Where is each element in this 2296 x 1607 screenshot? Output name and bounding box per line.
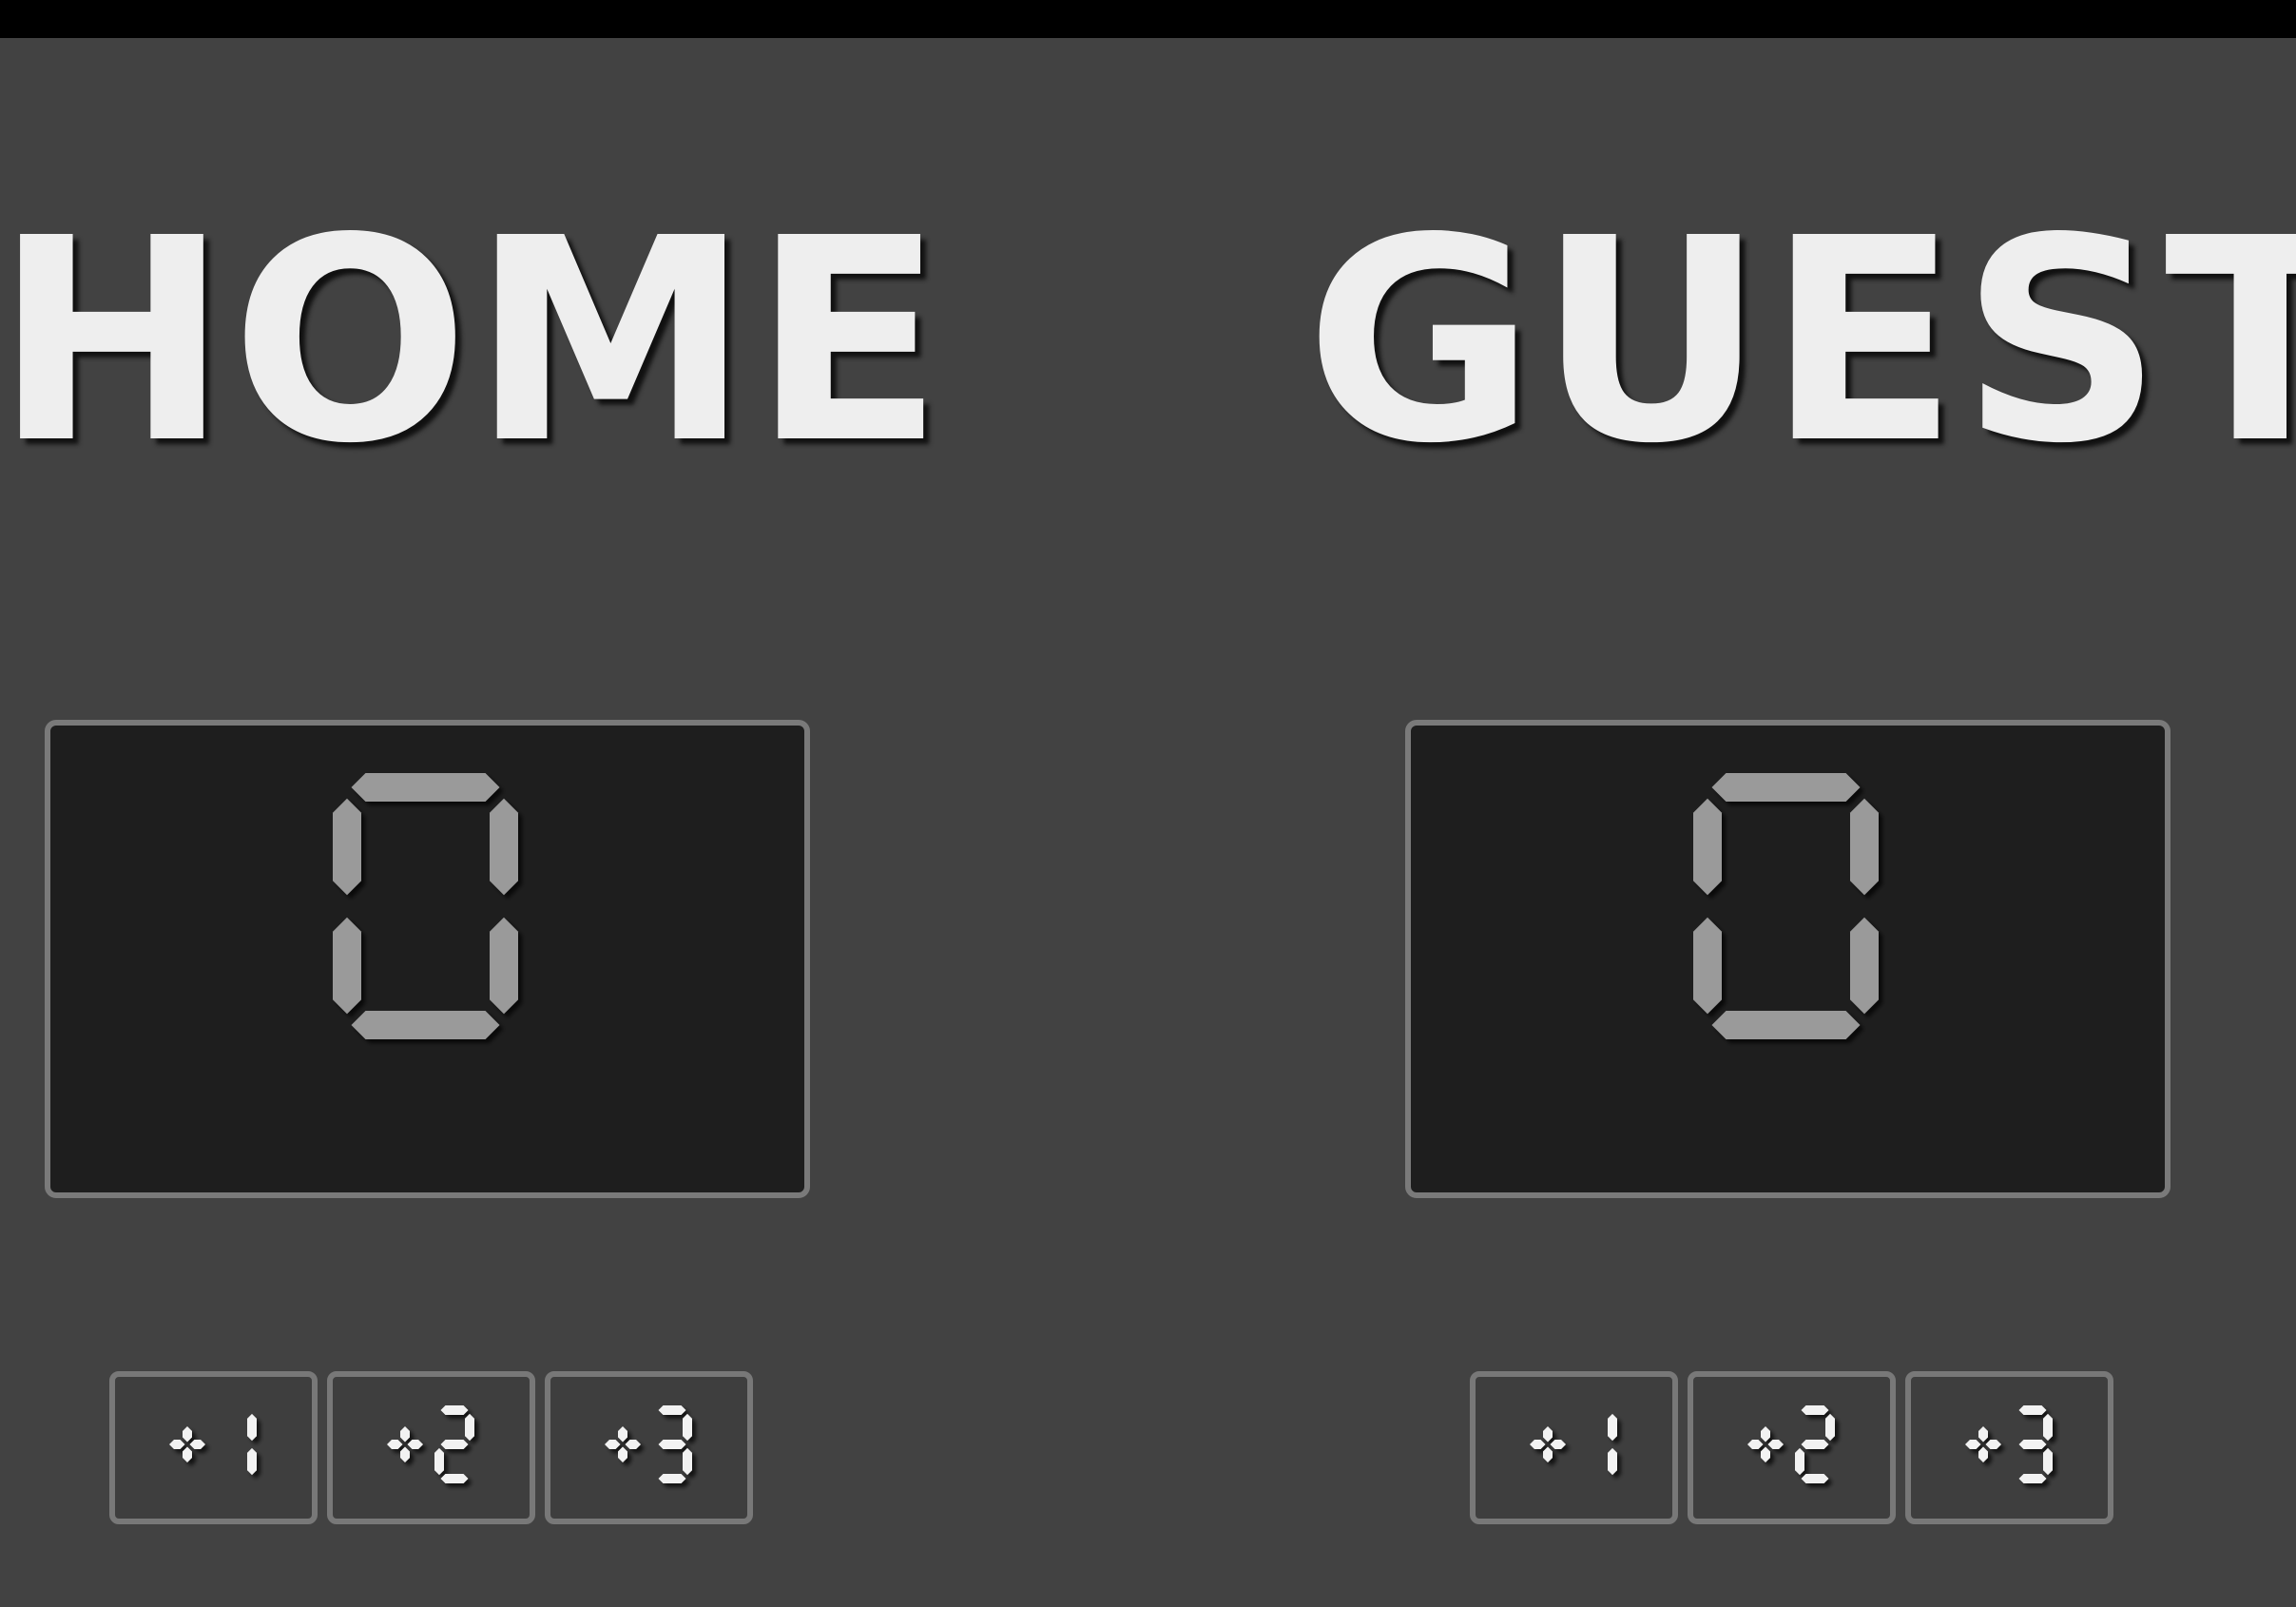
segment-e [434,1447,444,1475]
segment-c [490,917,518,1015]
segment-b [464,1413,474,1441]
segment-e [1794,1447,1804,1475]
segment-d [440,1473,468,1483]
segment-g [1801,1439,1828,1449]
seven-segment-digit [2018,1404,2053,1483]
segment-d [1711,1011,1861,1039]
home-score-display [45,720,810,1198]
home-title: HOME [0,178,946,505]
seven-segment-digit [333,773,518,1039]
segment-e [1693,917,1722,1015]
segment-b [2042,1413,2053,1441]
home-add-2-label [381,1402,482,1495]
segment-b [1824,1413,1835,1441]
guest-score-value [1411,769,2165,1051]
segment-b [682,1413,692,1441]
seven-segment-digit [1607,1413,1617,1475]
segment-c [2042,1447,2053,1475]
guest-score-display [1405,720,2171,1198]
segment-f [1693,798,1722,896]
plus-sign [168,1425,205,1462]
segment-c [1607,1447,1617,1475]
plus-sign [1746,1425,1784,1462]
segment-a [658,1404,685,1415]
home-score-value [50,769,804,1051]
segment-c [1850,917,1879,1015]
segment-c [682,1447,692,1475]
plus-sign [1529,1425,1566,1462]
segment-a [2018,1404,2046,1415]
segment-a [1801,1404,1828,1415]
seven-segment-digit [434,1404,474,1483]
segment-g [658,1439,685,1449]
guest-add-1-button[interactable]: +1 [1470,1371,1678,1524]
guest-add-1-label [1524,1402,1625,1495]
guest-add-2-button[interactable]: +2 [1688,1371,1896,1524]
segment-b [490,798,518,896]
segment-d [351,1011,500,1039]
segment-b [1607,1413,1617,1441]
segment-d [658,1473,685,1483]
guest-add-2-label [1742,1402,1843,1495]
seven-segment-digit [246,1413,257,1475]
home-add-3-label [599,1402,700,1495]
segment-a [351,773,500,802]
segment-d [2018,1473,2046,1483]
segment-a [1711,773,1861,802]
segment-g [440,1439,468,1449]
guest-add-3-button[interactable]: +3 [1905,1371,2113,1524]
plus-sign [1964,1425,2001,1462]
home-add-3-button[interactable]: +3 [545,1371,753,1524]
home-add-1-button[interactable]: +1 [109,1371,318,1524]
seven-segment-digit [658,1404,692,1483]
segment-b [1850,798,1879,896]
seven-segment-digit [1693,773,1879,1039]
segment-g [2018,1439,2046,1449]
guest-title: GUEST [1305,178,2296,505]
guest-add-3-label [1959,1402,2060,1495]
segment-c [246,1447,257,1475]
top-bar [0,0,2296,38]
plus-sign [386,1425,423,1462]
segment-f [333,798,361,896]
guest-button-row: +1 +2 +3 [1470,1371,2113,1524]
segment-a [440,1404,468,1415]
home-add-2-button[interactable]: +2 [327,1371,535,1524]
seven-segment-digit [1794,1404,1835,1483]
home-button-row: +1 +2 +3 [109,1371,753,1524]
segment-e [333,917,361,1015]
home-add-1-label [164,1402,264,1495]
plus-sign [604,1425,641,1462]
segment-b [246,1413,257,1441]
segment-d [1801,1473,1828,1483]
